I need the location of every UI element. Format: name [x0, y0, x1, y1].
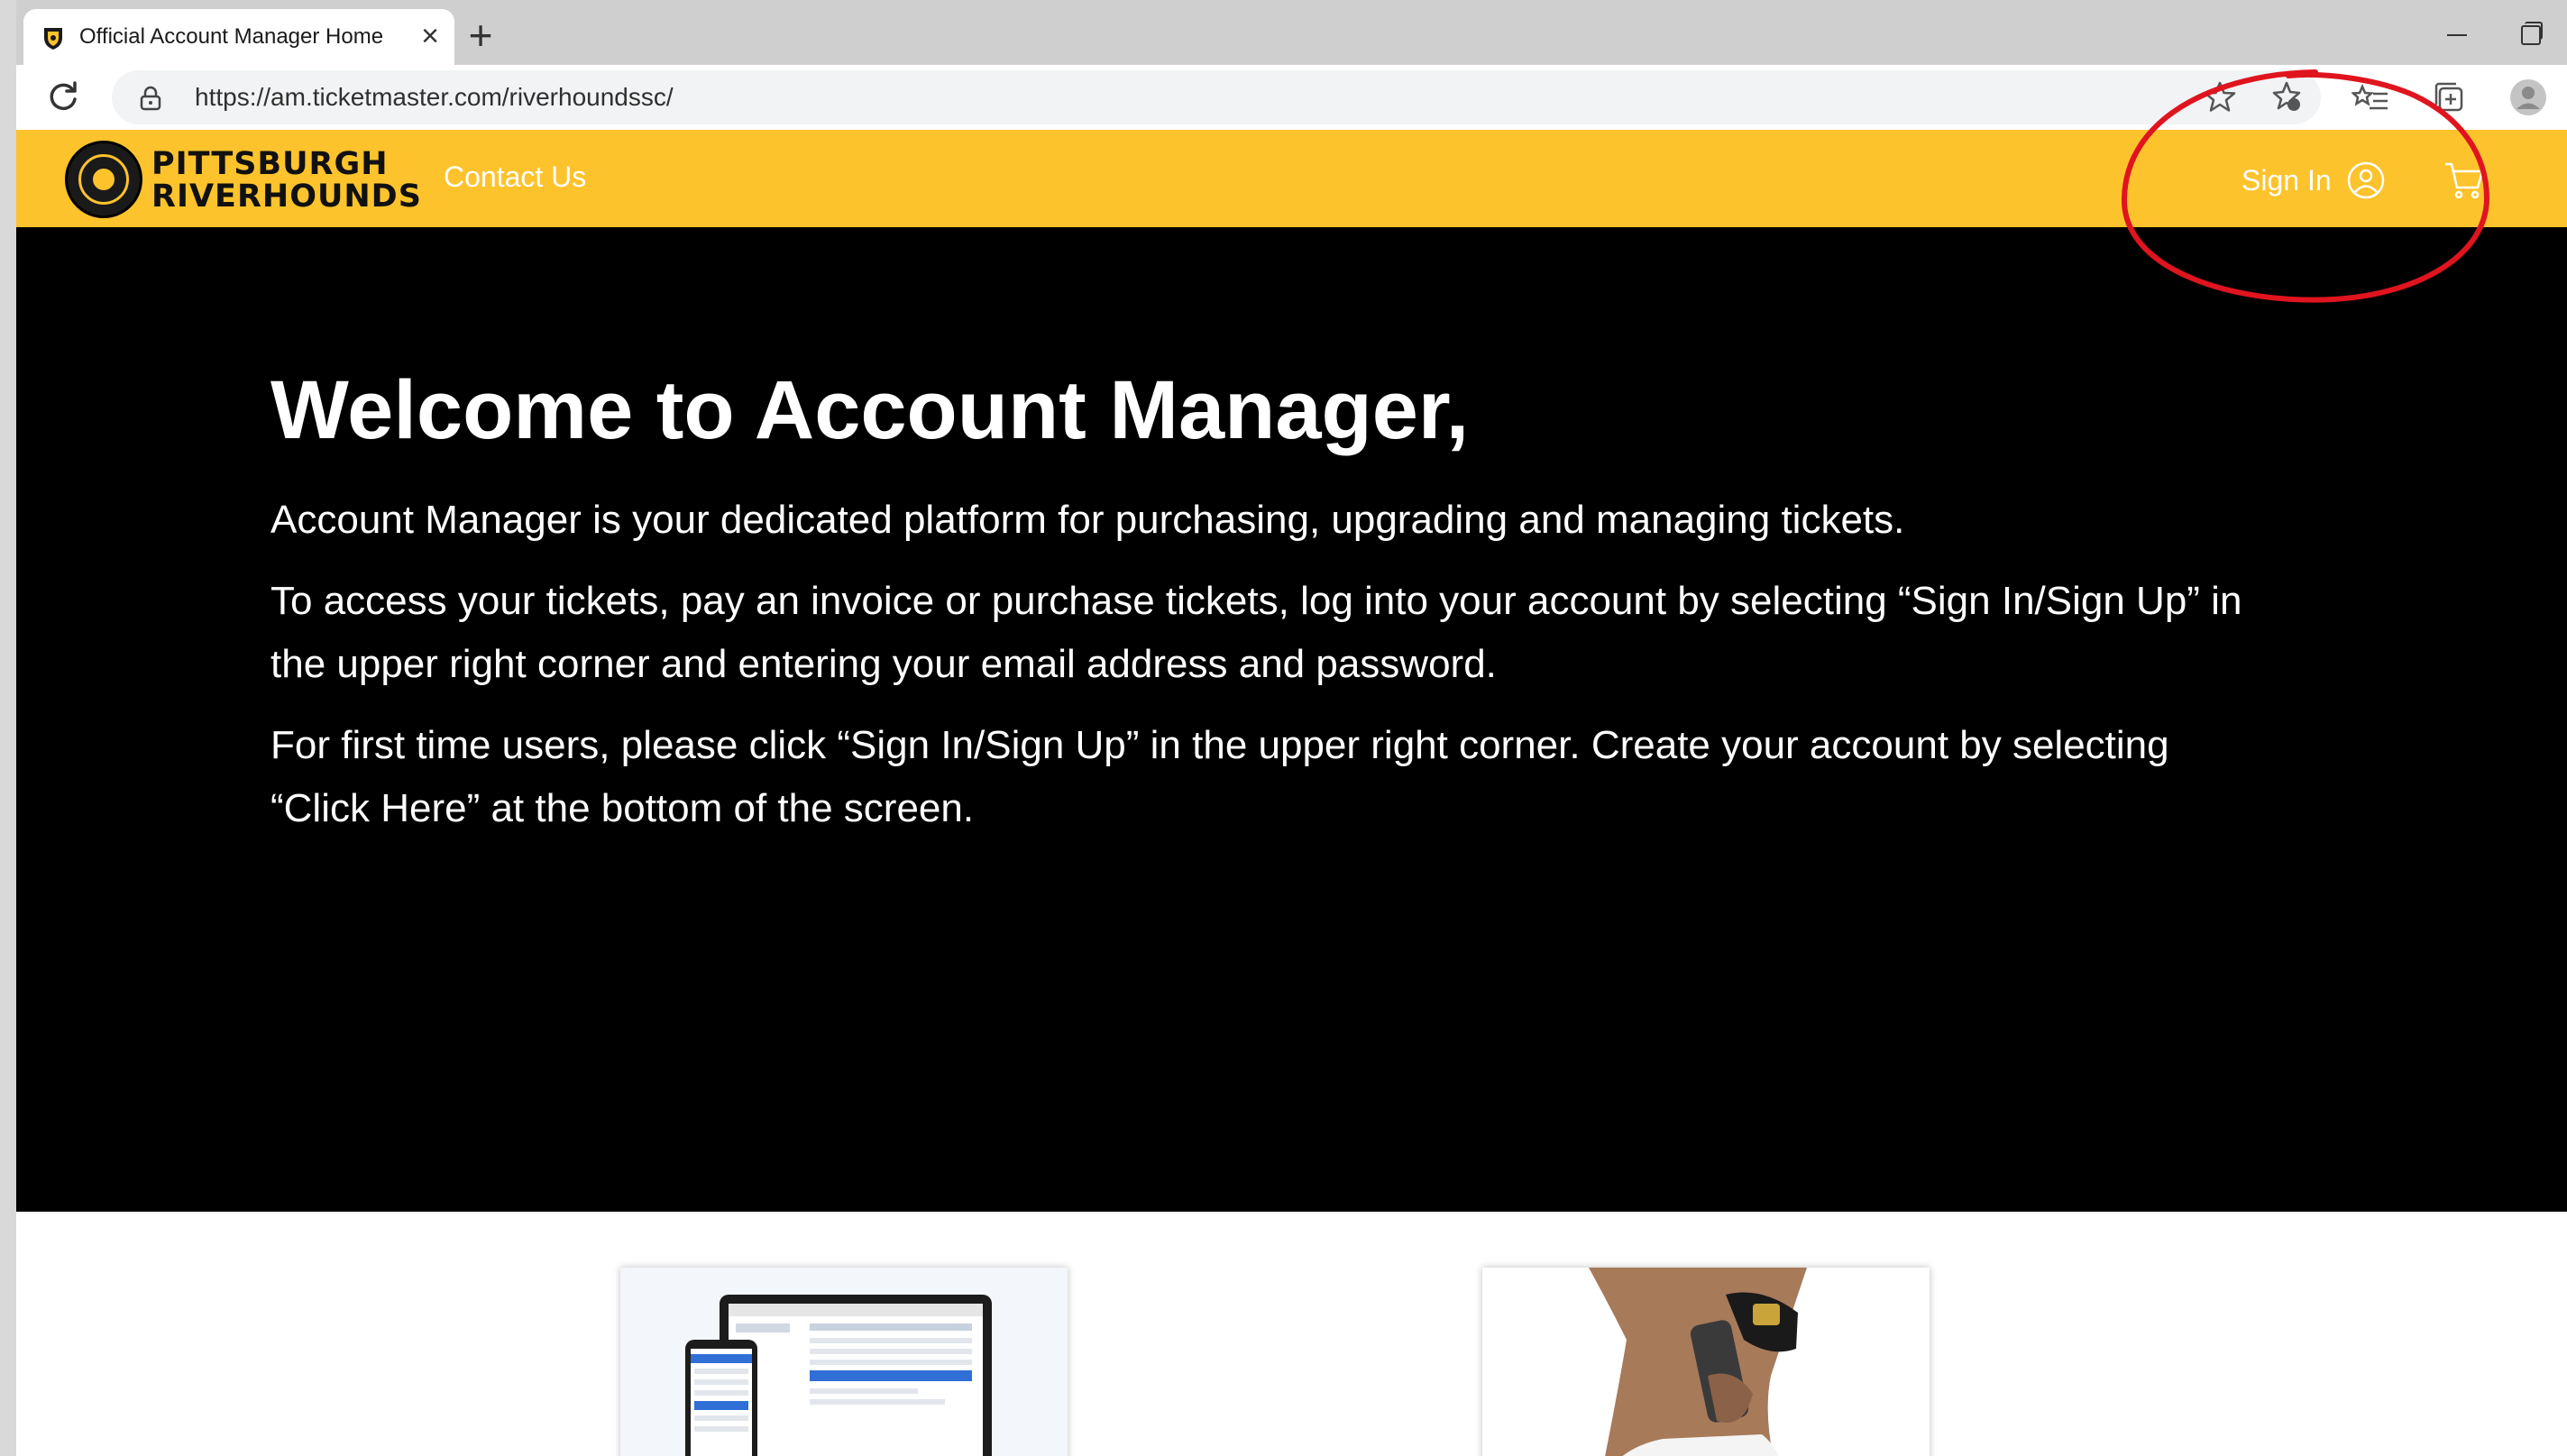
contact-us-link[interactable]: Contact Us — [444, 159, 586, 195]
favorites-icon[interactable] — [2352, 78, 2391, 117]
logo-line-1: PITTSBURGH — [151, 146, 389, 182]
logo-wordmark[interactable]: PITTSBURGH RIVERHOUNDS — [151, 148, 422, 213]
tab-strip: Official Account Manager Home × + — [16, 0, 2567, 65]
tab-title: Official Account Manager Home — [79, 24, 384, 49]
sign-in-button[interactable]: Sign In — [2242, 159, 2386, 202]
site-header: PITTSBURGH RIVERHOUNDS Contact Us Sign I… — [16, 130, 2567, 227]
url-text: https://am.ticketmaster.com/riverhoundss… — [195, 83, 674, 111]
favicon-icon — [44, 28, 62, 50]
reload-icon[interactable] — [43, 78, 83, 117]
hero-paragraph-2: To access your tickets, pay an invoice o… — [270, 579, 2242, 686]
address-bar[interactable]: https://am.ticketmaster.com/riverhoundss… — [112, 70, 2321, 124]
hero-paragraph-3: For first time users, please click “Sign… — [270, 723, 2169, 830]
new-tab-button[interactable]: + — [458, 14, 503, 60]
hero-title: Welcome to Account Manager, — [270, 364, 1470, 456]
collections-icon[interactable] — [2429, 78, 2469, 117]
cards-section — [16, 1212, 2567, 1456]
cart-icon[interactable] — [2442, 157, 2487, 202]
lock-icon[interactable] — [139, 86, 162, 111]
minimize-button[interactable] — [2433, 16, 2481, 52]
desktop-background — [0, 0, 16, 1456]
hero-paragraph-1: Account Manager is your dedicated platfo… — [270, 498, 1905, 542]
browser-toolbar: https://am.ticketmaster.com/riverhoundss… — [16, 65, 2567, 130]
devices-image — [685, 1295, 992, 1456]
phone-call-card[interactable] — [1482, 1268, 1930, 1456]
user-icon — [2347, 161, 2384, 199]
devices-card[interactable] — [620, 1268, 1068, 1456]
restore-button[interactable] — [2505, 16, 2553, 52]
person-on-phone-image — [1482, 1268, 1930, 1456]
tab-account-manager[interactable]: Official Account Manager Home × — [23, 9, 454, 65]
riverhounds-logo-icon[interactable] — [65, 141, 142, 218]
browser-window: Official Account Manager Home × + https:… — [16, 0, 2567, 1456]
sign-in-label: Sign In — [2242, 164, 2332, 197]
hero-section: Welcome to Account Manager, Account Mana… — [16, 227, 2567, 1212]
profile-icon[interactable] — [2508, 78, 2548, 117]
star-icon[interactable] — [2200, 78, 2240, 117]
extensions-icon[interactable] — [2267, 78, 2306, 117]
tab-close-button[interactable]: × — [413, 20, 447, 54]
logo-line-2: RIVERHOUNDS — [151, 179, 422, 215]
